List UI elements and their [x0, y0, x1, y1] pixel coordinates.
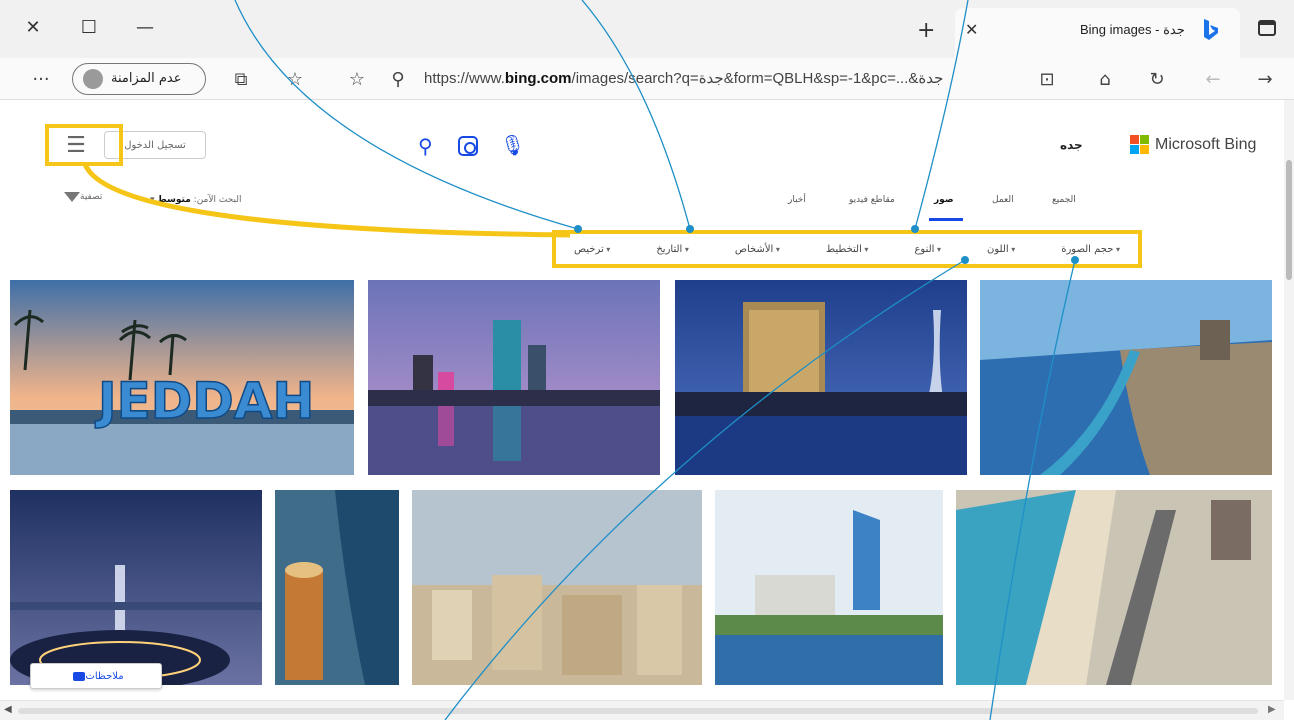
- minimize-icon[interactable]: —: [130, 12, 160, 42]
- tab-close-icon[interactable]: ✕: [965, 20, 978, 39]
- tab-bing-images[interactable]: ✕ Bing images - جدة: [955, 8, 1240, 58]
- filter-type[interactable]: النوع: [914, 244, 941, 255]
- image-result-beach-aerial[interactable]: [956, 490, 1272, 685]
- scroll-left-icon[interactable]: ◀: [4, 704, 12, 715]
- active-tab-indicator: [929, 218, 963, 221]
- filter-label: تصفية: [80, 192, 103, 202]
- filters-bar: حجم الصورة اللون النوع التخطيط الأشخاص ا…: [552, 230, 1142, 268]
- jeddah-sign-image: JEDDAH: [10, 280, 354, 475]
- restore-icon[interactable]: ☐: [74, 12, 104, 42]
- tower-coast-image: [275, 490, 399, 685]
- search-icon[interactable]: ⚲: [418, 134, 433, 158]
- new-tab-icon[interactable]: +: [917, 18, 935, 43]
- scroll-right-icon[interactable]: ▶: [1268, 704, 1276, 715]
- old-town-image: [412, 490, 702, 685]
- visual-search-icon[interactable]: [458, 136, 478, 156]
- feedback-label: ملاحظات: [85, 670, 124, 682]
- safesearch-label: البحث الآمن:: [193, 195, 242, 205]
- url-path: /images/search?q=جدة&form=QBLH&sp=-1&pc=…: [571, 70, 944, 87]
- horizontal-scrollbar[interactable]: ◀ ▶: [0, 700, 1284, 720]
- url-field[interactable]: https://www.bing.com/images/search?q=جدة…: [424, 69, 943, 87]
- feedback-icon: [73, 671, 86, 681]
- zoom-icon[interactable]: ⚲: [385, 66, 411, 92]
- filter-button[interactable]: تصفية: [60, 192, 102, 202]
- safesearch-value: متوسط: [157, 195, 191, 205]
- corniche-aerial-image: [980, 280, 1272, 475]
- tab-news[interactable]: أخبار: [788, 195, 806, 205]
- title-bar: ✕ ☐ — + ✕ Bing images - جدة: [0, 0, 1294, 58]
- vertical-scrollbar[interactable]: [1284, 100, 1294, 700]
- address-bar: ··· عدم المزامنة ⧉ ☆ ☆ ⚲ https://www.bin…: [0, 58, 1294, 100]
- search-query[interactable]: جده: [1060, 138, 1083, 152]
- beach-aerial-image: [956, 490, 1272, 685]
- monument-night-image: [10, 490, 262, 685]
- home-icon[interactable]: ⌂: [1092, 66, 1118, 92]
- back-icon[interactable]: ←: [1200, 66, 1226, 92]
- filter-icon: [64, 192, 80, 202]
- filter-color[interactable]: اللون: [987, 244, 1015, 255]
- bing-page: ☰ تسجيل الدخول ⚲ 🎙 جده Microsoft Bing ال…: [0, 100, 1284, 700]
- filter-image-size[interactable]: حجم الصورة: [1061, 244, 1120, 255]
- hotel-fountain-image: [675, 280, 967, 475]
- url-domain: bing.com: [504, 70, 572, 87]
- horizontal-scrollbar-thumb[interactable]: [18, 708, 1258, 714]
- app-available-icon[interactable]: ⊡: [1034, 66, 1060, 92]
- more-icon[interactable]: ···: [28, 66, 54, 92]
- refresh-icon[interactable]: ↻: [1144, 66, 1170, 92]
- profile-button[interactable]: عدم المزامنة: [72, 63, 206, 95]
- tab-all[interactable]: الجميع: [1052, 195, 1076, 205]
- microphone-icon[interactable]: 🎙: [500, 133, 525, 157]
- favorites-icon[interactable]: ☆: [282, 66, 308, 92]
- tab-videos[interactable]: مقاطع فيديو: [849, 195, 895, 205]
- profile-label: عدم المزامنة: [111, 71, 182, 86]
- image-result-monument-night[interactable]: [10, 490, 262, 685]
- avatar-icon: [83, 69, 103, 89]
- filter-layout[interactable]: التخطيط: [826, 244, 869, 255]
- image-result-tower-coast[interactable]: [275, 490, 399, 685]
- filter-license[interactable]: ترخيص: [574, 244, 610, 255]
- image-result-seafront-tower[interactable]: [715, 490, 943, 685]
- seafront-tower-image: [715, 490, 943, 685]
- microsoft-logo-icon: [1130, 135, 1149, 154]
- image-result-old-town[interactable]: [412, 490, 702, 685]
- image-result-waterfront-night[interactable]: [368, 280, 660, 475]
- waterfront-night-image: [368, 280, 660, 475]
- tab-title: Bing images - جدة: [1080, 22, 1185, 37]
- forward-icon[interactable]: →: [1252, 66, 1278, 92]
- microsoft-bing-logo[interactable]: Microsoft Bing: [1130, 135, 1256, 154]
- jeddah-sign-text: JEDDAH: [95, 372, 314, 430]
- feedback-button[interactable]: ملاحظات: [30, 663, 162, 689]
- filter-date[interactable]: التاريخ: [656, 244, 689, 255]
- scrollbar-thumb[interactable]: [1286, 160, 1292, 280]
- safesearch-toggle[interactable]: البحث الآمن: متوسط ▾: [150, 195, 241, 205]
- close-icon[interactable]: ✕: [18, 12, 48, 42]
- add-favorite-icon[interactable]: ☆: [344, 66, 370, 92]
- bing-favicon-icon: [1204, 19, 1218, 40]
- tab-images[interactable]: صور: [934, 195, 954, 205]
- menu-highlight-box: [45, 124, 123, 166]
- tab-work[interactable]: العمل: [992, 195, 1014, 205]
- tab-actions-icon[interactable]: [1258, 20, 1276, 36]
- filter-people[interactable]: الأشخاص: [735, 244, 780, 255]
- image-result-corniche-aerial[interactable]: [980, 280, 1272, 475]
- collections-icon[interactable]: ⧉: [228, 66, 254, 92]
- url-prefix: https://www.: [424, 70, 505, 87]
- brand-name: Microsoft Bing: [1155, 135, 1257, 153]
- image-result-hotel-fountain[interactable]: [675, 280, 967, 475]
- image-result-jeddah-sign[interactable]: JEDDAH: [10, 280, 354, 475]
